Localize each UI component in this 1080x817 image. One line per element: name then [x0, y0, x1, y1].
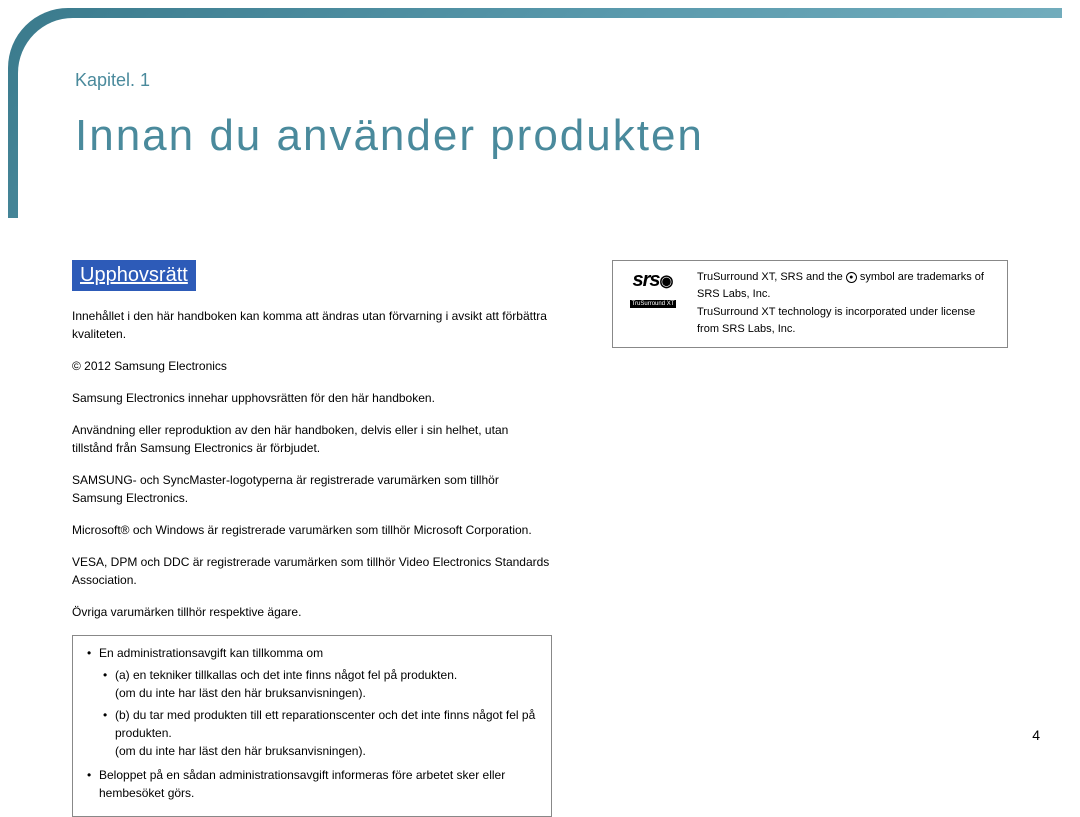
page-number: 4	[1032, 727, 1040, 743]
copyright-paragraph: Innehållet i den här handboken kan komma…	[72, 307, 552, 343]
note-text: (a) en tekniker tillkallas och det inte …	[115, 668, 457, 682]
note-item: Beloppet på en sådan administrationsavgi…	[83, 766, 541, 802]
note-text: En administrationsavgift kan tillkomma o…	[99, 646, 323, 660]
header-area: Kapitel. 1 Innan du använder produkten	[75, 70, 704, 161]
page-title: Innan du använder produkten	[75, 111, 704, 161]
srs-line1-pre: TruSurround XT, SRS and the	[697, 271, 846, 283]
right-column: srs◉ TruSurround XT TruSurround XT, SRS …	[612, 260, 1008, 817]
srs-logo-text: srs	[633, 269, 660, 291]
srs-line2: TruSurround XT technology is incorporate…	[697, 304, 997, 337]
left-column: Upphovsrätt Innehållet i den här handbok…	[72, 260, 552, 817]
srs-logo: srs◉ TruSurround XT	[623, 269, 683, 310]
copyright-paragraph: SAMSUNG- och SyncMaster-logotyperna är r…	[72, 471, 552, 507]
srs-symbol-icon: ●	[846, 272, 857, 283]
srs-trademark-text: TruSurround XT, SRS and the ● symbol are…	[697, 269, 997, 339]
srs-logo-subtext: TruSurround XT	[630, 300, 677, 308]
note-text: (om du inte har läst den här bruksanvisn…	[115, 744, 366, 758]
copyright-paragraph: Microsoft® och Windows är registrerade v…	[72, 521, 552, 539]
note-subitem: (b) du tar med produkten till ett repara…	[99, 706, 541, 760]
srs-trademark-box: srs◉ TruSurround XT TruSurround XT, SRS …	[612, 260, 1008, 348]
section-heading-copyright: Upphovsrätt	[72, 260, 196, 291]
copyright-paragraph: Övriga varumärken tillhör respektive äga…	[72, 603, 552, 621]
chapter-label: Kapitel. 1	[75, 70, 704, 91]
note-subitem: (a) en tekniker tillkallas och det inte …	[99, 666, 541, 702]
copyright-paragraph: Användning eller reproduktion av den här…	[72, 421, 552, 457]
copyright-paragraph: © 2012 Samsung Electronics	[72, 357, 552, 375]
note-text: (b) du tar med produkten till ett repara…	[115, 708, 535, 740]
copyright-paragraph: VESA, DPM och DDC är registrerade varumä…	[72, 553, 552, 589]
admin-fee-note-box: En administrationsavgift kan tillkomma o…	[72, 635, 552, 817]
note-text: Beloppet på en sådan administrationsavgi…	[99, 768, 505, 800]
srs-logo-swirl-icon: ◉	[660, 273, 674, 290]
content-area: Upphovsrätt Innehållet i den här handbok…	[72, 260, 1008, 817]
note-item: En administrationsavgift kan tillkomma o…	[83, 644, 541, 760]
copyright-paragraph: Samsung Electronics innehar upphovsrätte…	[72, 389, 552, 407]
note-text: (om du inte har läst den här bruksanvisn…	[115, 686, 366, 700]
